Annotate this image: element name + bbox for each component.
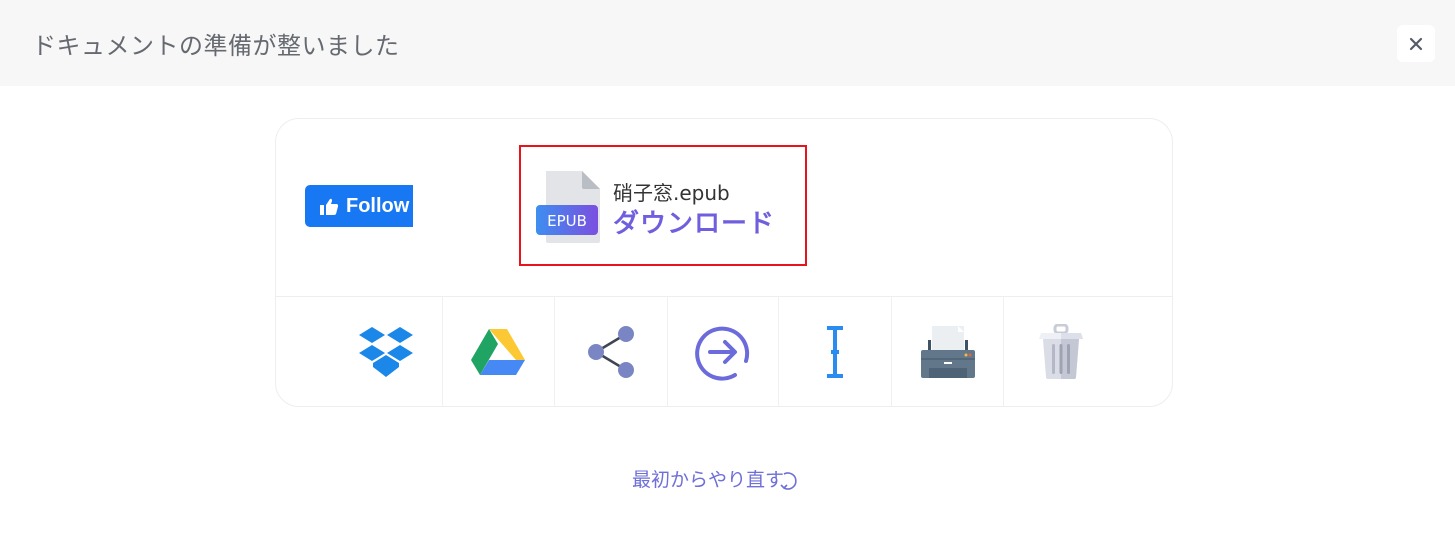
restart-label: 最初からやり直す <box>632 469 785 491</box>
thumbs-up-icon <box>320 198 339 215</box>
convert-button[interactable] <box>668 296 780 407</box>
share-icon <box>587 325 634 378</box>
epub-badge-text: EPUB <box>547 212 587 230</box>
share-button[interactable] <box>555 296 668 407</box>
follow-button[interactable]: Follow <box>305 185 413 227</box>
trash-icon <box>1038 323 1083 379</box>
card-top: Follow EPUB 硝子窓.epub ダウンロード <box>276 119 1172 297</box>
google-drive-button[interactable] <box>443 296 555 407</box>
arrow-circle-right-icon <box>695 326 750 381</box>
print-button[interactable] <box>892 296 1005 407</box>
follow-label: Follow <box>346 194 410 217</box>
refresh-icon <box>780 471 797 490</box>
printer-icon <box>920 325 975 378</box>
download-card: Follow EPUB 硝子窓.epub ダウンロード <box>275 118 1173 407</box>
dropbox-icon <box>359 326 414 377</box>
edit-text-button[interactable] <box>779 296 893 407</box>
page-title: ドキュメントの準備が整いました <box>32 32 400 60</box>
header: ドキュメントの準備が整いました <box>0 0 1455 86</box>
epub-file-icon: EPUB <box>536 171 600 243</box>
dropbox-button[interactable] <box>276 296 443 407</box>
file-name: 硝子窓.epub <box>613 181 730 205</box>
download-label: ダウンロード <box>613 209 776 239</box>
action-bar <box>276 296 1172 407</box>
delete-button[interactable] <box>1004 296 1172 407</box>
text-cursor-icon <box>827 325 844 378</box>
download-button[interactable]: EPUB 硝子窓.epub ダウンロード <box>519 145 807 266</box>
close-button[interactable] <box>1397 25 1435 62</box>
restart-link[interactable]: 最初からやり直す <box>632 465 798 492</box>
google-drive-icon <box>471 328 526 375</box>
close-icon <box>1409 37 1423 50</box>
